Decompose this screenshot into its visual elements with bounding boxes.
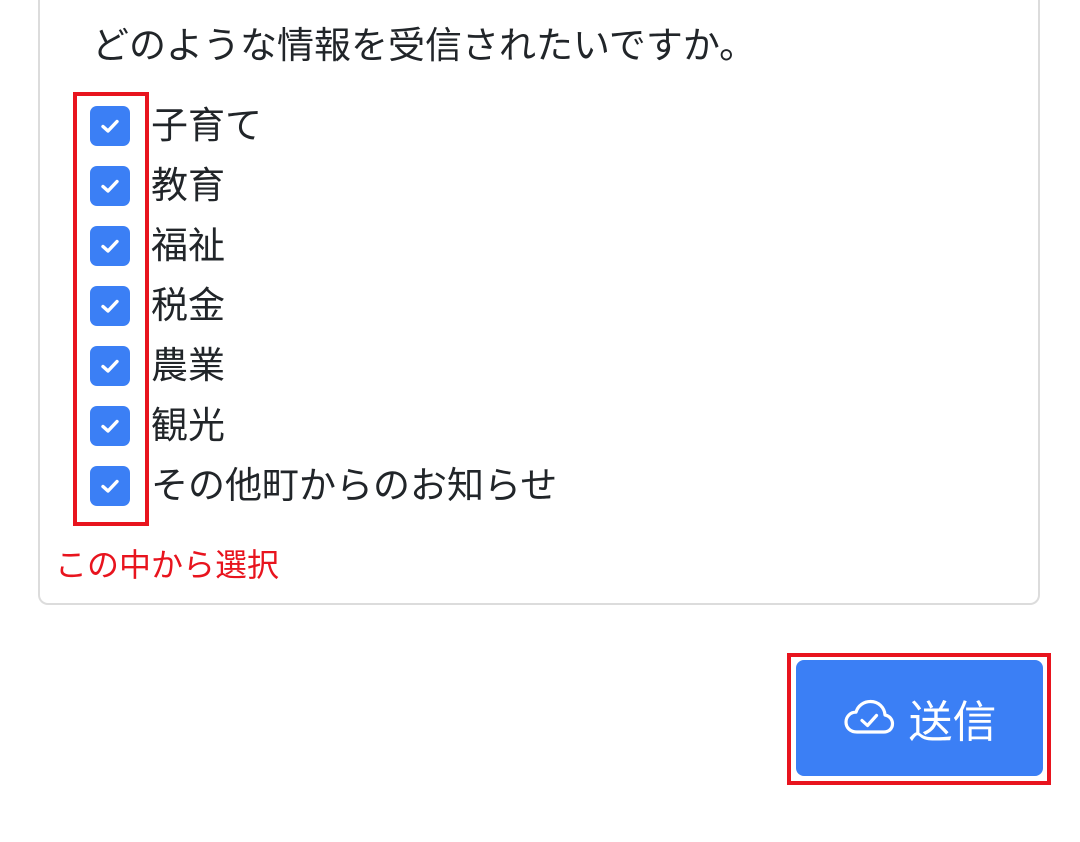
option-agriculture[interactable]: 農業 (90, 336, 557, 396)
option-label[interactable]: 農業 (151, 342, 225, 390)
check-icon (101, 359, 119, 373)
option-town-news[interactable]: その他町からのお知らせ (90, 456, 557, 516)
option-label[interactable]: その他町からのお知らせ (151, 462, 557, 510)
submit-label: 送信 (908, 697, 997, 748)
checkbox-welfare[interactable] (90, 226, 130, 266)
checkbox-tourism[interactable] (90, 406, 130, 446)
option-label[interactable]: 観光 (151, 402, 225, 450)
option-label[interactable]: 教育 (151, 162, 225, 210)
check-icon (101, 179, 119, 193)
option-childcare[interactable]: 子育て (90, 96, 557, 156)
check-icon (101, 119, 119, 133)
question-label: どのような情報を受信されたいですか。 (92, 24, 757, 67)
option-tax[interactable]: 税金 (90, 276, 557, 336)
check-icon (101, 419, 119, 433)
checkbox-town-news[interactable] (90, 466, 130, 506)
option-tourism[interactable]: 観光 (90, 396, 557, 456)
option-education[interactable]: 教育 (90, 156, 557, 216)
check-icon (101, 299, 119, 313)
option-label[interactable]: 税金 (151, 282, 225, 330)
option-label[interactable]: 子育て (151, 102, 262, 150)
option-label[interactable]: 福祉 (151, 222, 225, 270)
checkbox-agriculture[interactable] (90, 346, 130, 386)
check-icon (101, 479, 119, 493)
checkbox-tax[interactable] (90, 286, 130, 326)
check-icon (101, 239, 119, 253)
cloud-check-icon (843, 698, 895, 738)
hint-annotation: この中から選択 (55, 546, 280, 584)
checkbox-childcare[interactable] (90, 106, 130, 146)
option-list: 子育て 教育 福祉 税金 農業 観光 その他町からのお知らせ (90, 96, 557, 516)
submit-button[interactable]: 送信 (796, 660, 1043, 776)
checkbox-education[interactable] (90, 166, 130, 206)
option-welfare[interactable]: 福祉 (90, 216, 557, 276)
